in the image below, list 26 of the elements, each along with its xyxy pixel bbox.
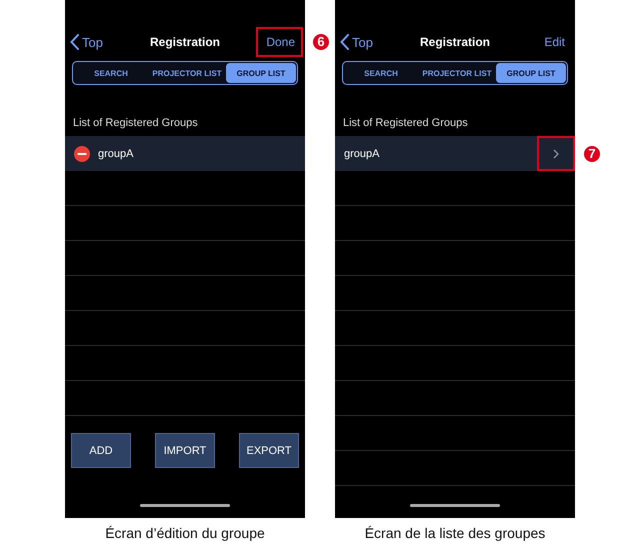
back-button[interactable]: Top <box>70 34 103 50</box>
chevron-left-icon <box>70 34 79 50</box>
action-button[interactable]: EXPORT <box>239 433 299 468</box>
chevron-left-icon <box>340 34 349 50</box>
segment-tab[interactable]: GROUP LIST <box>496 63 566 83</box>
screen-title: Registration <box>418 35 491 49</box>
segment-tab[interactable]: PROJECTOR LIST <box>148 63 226 83</box>
back-button[interactable]: Top <box>340 34 373 50</box>
callout-number: 6 <box>313 34 329 50</box>
caption: Écran d’édition du groupe <box>104 525 266 541</box>
group-name: groupA <box>344 148 380 160</box>
caption: Écran de la liste des groupes <box>364 525 546 541</box>
callout-number: 7 <box>584 146 600 162</box>
group-name: groupA <box>98 148 134 160</box>
action-button[interactable]: IMPORT <box>155 433 215 468</box>
section-header: List of Registered Groups <box>73 117 199 131</box>
action-button[interactable]: ADD <box>71 433 131 468</box>
segment-tab[interactable]: GROUP LIST <box>226 63 296 83</box>
segment-tab[interactable]: SEARCH <box>344 63 418 83</box>
segment-tab[interactable]: SEARCH <box>74 63 148 83</box>
group-row[interactable]: groupA <box>65 136 305 171</box>
nav-action-button[interactable]: Done <box>264 35 297 49</box>
nav-action-button[interactable]: Edit <box>542 35 567 49</box>
section-header: List of Registered Groups <box>343 117 469 131</box>
segment-tab[interactable]: PROJECTOR LIST <box>418 63 496 83</box>
screen-title: Registration <box>148 35 221 49</box>
